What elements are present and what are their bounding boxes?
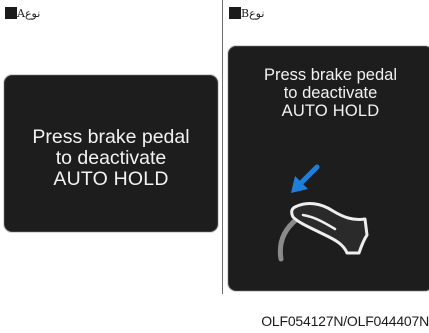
panel-a-label: نوعA	[17, 6, 41, 20]
message-line-2: to deactivate	[55, 147, 167, 170]
message-line-3: AUTO HOLD	[281, 101, 380, 120]
panel-b-header: نوعB	[229, 6, 264, 20]
panel-a-header: نوعA	[5, 6, 40, 20]
pedal-arc-icon	[277, 216, 300, 262]
brake-pedal-press-icon	[277, 164, 369, 262]
black-square-icon	[229, 7, 241, 19]
panel-type-b: نوعB Press brake pedal to deactivate AUT…	[223, 0, 429, 333]
message-line-1: Press brake pedal	[264, 66, 397, 84]
display-b-message: Press brake pedal to deactivate AUTO HOL…	[229, 66, 429, 120]
message-line-1: Press brake pedal	[32, 126, 190, 148]
panel-b-label: نوعB	[241, 6, 265, 20]
arrow-icon	[291, 164, 320, 193]
message-line-3: AUTO HOLD	[53, 168, 169, 191]
cluster-display-a: Press brake pedal to deactivate AUTO HOL…	[4, 75, 218, 232]
shoe-icon	[290, 202, 369, 255]
display-a-message: Press brake pedal to deactivate AUTO HOL…	[5, 126, 217, 191]
black-square-icon	[5, 7, 17, 19]
panel-type-a: نوعA Press brake pedal to deactivate AUT…	[0, 0, 222, 333]
figure-code: OLF054127N/OLF044407N	[261, 313, 429, 329]
cluster-display-b: Press brake pedal to deactivate AUTO HOL…	[228, 46, 429, 291]
message-line-2: to deactivate	[283, 83, 378, 102]
